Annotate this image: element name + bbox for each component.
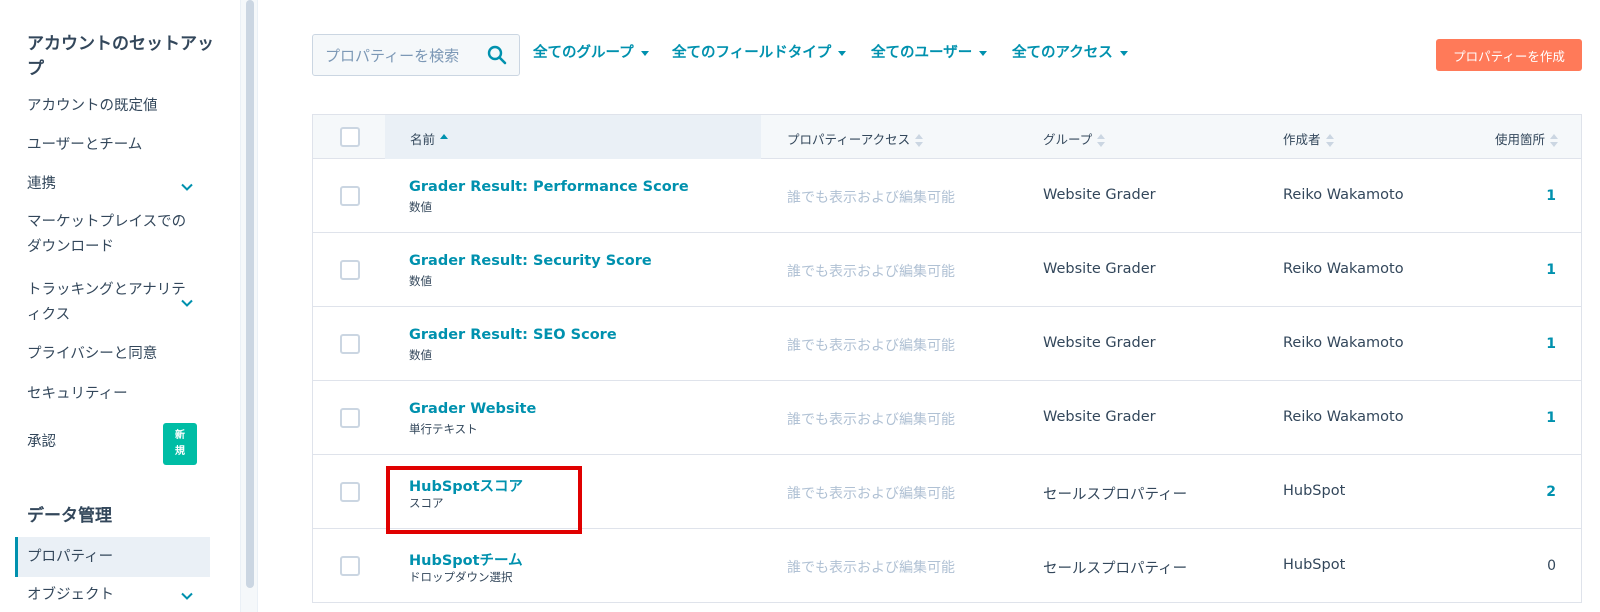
settings-sidebar: アカウントのセットアップ アカウントの既定値 ユーザーとチーム 連携 マーケット…: [0, 0, 240, 612]
property-type: 数値: [409, 200, 432, 214]
property-usage-link[interactable]: 1: [1546, 188, 1556, 204]
sidebar-item-properties[interactable]: プロパティー: [27, 545, 187, 570]
column-header-name[interactable]: 名前: [410, 129, 449, 148]
property-group: セールスプロパティー: [1043, 487, 1188, 503]
property-usage-link[interactable]: 1: [1546, 262, 1556, 278]
sidebar-item-integrations[interactable]: 連携: [27, 172, 187, 197]
table-row: HubSpotチーム ドロップダウン選択 誰でも表示および編集可能 セールスプロ…: [312, 529, 1582, 603]
sort-icon: [1550, 133, 1559, 148]
sidebar-item-account-defaults[interactable]: アカウントの既定値: [27, 94, 187, 119]
create-property-button[interactable]: プロパティーを作成: [1436, 39, 1582, 71]
row-checkbox[interactable]: [340, 482, 360, 502]
property-group: Website Grader: [1043, 409, 1156, 425]
property-author: Reiko Wakamoto: [1283, 409, 1404, 425]
row-checkbox[interactable]: [340, 260, 360, 280]
sort-ascending-icon: [440, 133, 449, 148]
select-all-checkbox[interactable]: [340, 127, 360, 147]
row-checkbox[interactable]: [340, 334, 360, 354]
filter-all-field-types[interactable]: 全てのフィールドタイプ: [672, 42, 847, 64]
sort-icon: [915, 133, 924, 148]
search-icon[interactable]: [487, 45, 507, 65]
table-row: Grader Result: Security Score 数値 誰でも表示およ…: [312, 233, 1582, 307]
property-type: 単行テキスト: [409, 422, 478, 436]
property-author: HubSpot: [1283, 483, 1346, 499]
property-name-link[interactable]: Grader Website: [409, 401, 536, 417]
property-name-link[interactable]: HubSpotチーム: [409, 549, 523, 570]
property-group: Website Grader: [1043, 335, 1156, 351]
caret-down-icon: [1119, 50, 1128, 56]
sort-icon: [1325, 133, 1334, 148]
caret-down-icon: [640, 50, 649, 56]
sidebar-scrollbar-thumb[interactable]: [246, 0, 254, 588]
property-group: Website Grader: [1043, 261, 1156, 277]
table-row: Grader Result: Performance Score 数値 誰でも表…: [312, 159, 1582, 233]
row-checkbox[interactable]: [340, 186, 360, 206]
sidebar-item-marketplace-downloads[interactable]: マーケットプレイスでのダウンロード: [27, 210, 187, 260]
sort-icon: [1097, 133, 1106, 148]
column-header-access[interactable]: プロパティーアクセス: [787, 129, 924, 148]
column-header-author[interactable]: 作成者: [1283, 129, 1334, 148]
property-usage-link[interactable]: 1: [1546, 336, 1556, 352]
row-checkbox[interactable]: [340, 408, 360, 428]
column-header-group[interactable]: グループ: [1043, 129, 1106, 148]
property-access: 誰でも表示および編集可能: [787, 412, 955, 428]
property-access: 誰でも表示および編集可能: [787, 338, 955, 354]
search-placeholder: プロパティーを検索: [325, 47, 460, 65]
filter-all-groups[interactable]: 全てのグループ: [533, 42, 649, 64]
property-access: 誰でも表示および編集可能: [787, 560, 955, 576]
property-access: 誰でも表示および編集可能: [787, 190, 955, 206]
property-name-link[interactable]: Grader Result: Security Score: [409, 253, 652, 269]
annotation-highlight-box: [386, 466, 582, 534]
sidebar-item-security[interactable]: セキュリティー: [27, 382, 187, 407]
property-type: ドロップダウン選択: [409, 570, 513, 584]
caret-down-icon: [838, 50, 847, 56]
property-usage-link[interactable]: 1: [1546, 410, 1556, 426]
sidebar-section-data-management: データ管理: [27, 506, 112, 526]
sidebar-item-tracking-analytics[interactable]: トラッキングとアナリティクス: [27, 278, 187, 328]
sidebar-item-privacy-consent[interactable]: プライバシーと同意: [27, 342, 187, 367]
property-type: 数値: [409, 274, 432, 288]
property-type: 数値: [409, 348, 432, 362]
column-header-usage[interactable]: 使用箇所: [1495, 129, 1559, 148]
row-checkbox[interactable]: [340, 556, 360, 576]
sidebar-item-users-teams[interactable]: ユーザーとチーム: [27, 133, 187, 158]
property-author: Reiko Wakamoto: [1283, 187, 1404, 203]
property-name-link[interactable]: Grader Result: Performance Score: [409, 179, 689, 195]
property-author: HubSpot: [1283, 557, 1346, 573]
property-author: Reiko Wakamoto: [1283, 335, 1404, 351]
chevron-down-icon[interactable]: [180, 180, 194, 194]
property-usage-link[interactable]: 2: [1546, 484, 1556, 500]
filter-all-users[interactable]: 全てのユーザー: [871, 42, 988, 64]
property-access: 誰でも表示および編集可能: [787, 486, 955, 502]
sidebar-section-account-setup: アカウントのセットアップ: [27, 34, 214, 79]
property-author: Reiko Wakamoto: [1283, 261, 1404, 277]
sidebar-item-objects[interactable]: オブジェクト: [27, 583, 187, 608]
property-group: Website Grader: [1043, 187, 1156, 203]
property-usage-value: 0: [1547, 558, 1556, 574]
property-name-link[interactable]: Grader Result: SEO Score: [409, 327, 617, 343]
table-row: Grader Result: SEO Score 数値 誰でも表示および編集可能…: [312, 307, 1582, 381]
property-access: 誰でも表示および編集可能: [787, 264, 955, 280]
chevron-down-icon[interactable]: [180, 296, 194, 310]
table-row: Grader Website 単行テキスト 誰でも表示および編集可能 Websi…: [312, 381, 1582, 455]
table-header: 名前 プロパティーアクセス グループ 作成者 使用箇所: [312, 114, 1582, 160]
caret-down-icon: [979, 50, 988, 56]
property-group: セールスプロパティー: [1043, 561, 1188, 577]
filter-all-access[interactable]: 全てのアクセス: [1012, 42, 1128, 64]
search-input[interactable]: プロパティーを検索: [312, 34, 520, 76]
chevron-down-icon[interactable]: [180, 589, 194, 603]
new-badge: 新規: [163, 423, 197, 465]
